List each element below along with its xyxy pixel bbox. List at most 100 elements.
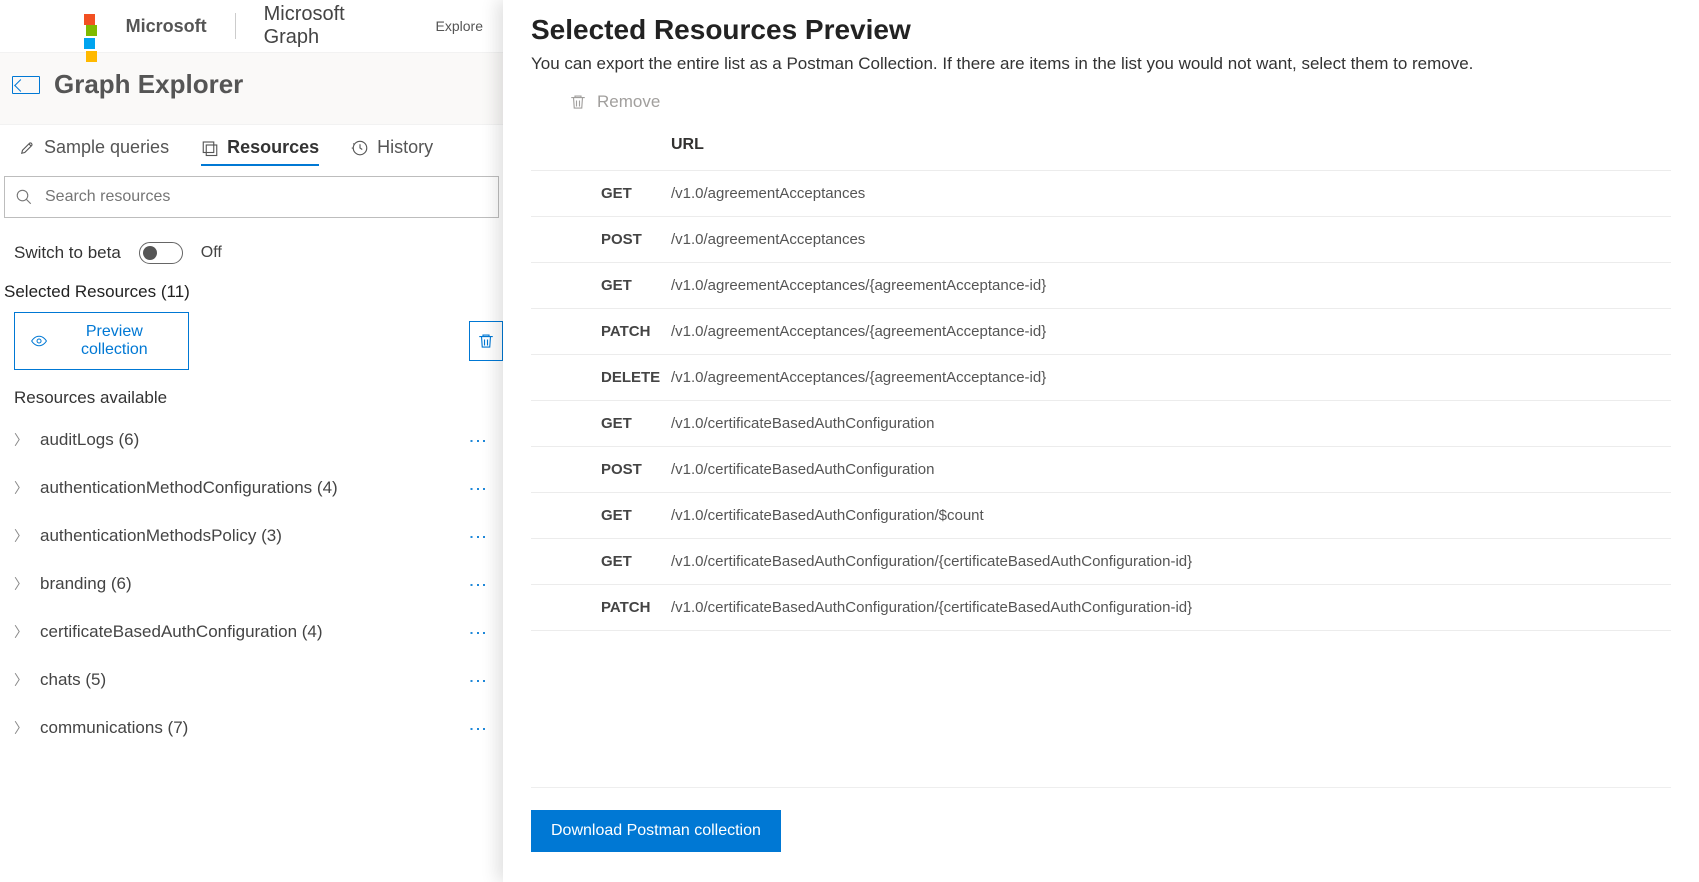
endpoint-url: /v1.0/agreementAcceptances/{agreementAcc… — [671, 323, 1046, 340]
chevron-right-icon: 〉 — [14, 574, 28, 594]
more-options-icon[interactable]: ⋮ — [467, 528, 489, 544]
download-postman-button[interactable]: Download Postman collection — [531, 810, 781, 852]
trash-icon — [477, 332, 495, 350]
endpoint-url: /v1.0/agreementAcceptances/{agreementAcc… — [671, 277, 1046, 294]
chevron-right-icon: 〉 — [14, 670, 28, 690]
resource-name: certificateBasedAuthConfiguration (4) — [40, 622, 323, 642]
eye-icon — [31, 332, 47, 350]
delete-selected-button[interactable] — [469, 321, 503, 361]
http-method: GET — [601, 553, 671, 570]
resource-item[interactable]: 〉 branding (6) ⋮ — [0, 560, 503, 608]
tab-history[interactable]: History — [351, 137, 433, 166]
tab-sample-queries[interactable]: Sample queries — [18, 137, 169, 166]
page-title: Graph Explorer — [54, 69, 243, 100]
preview-button-label: Preview collection — [57, 323, 171, 359]
tab-label: History — [377, 137, 433, 158]
resources-available-label: Resources available — [0, 380, 503, 416]
trash-icon — [569, 93, 587, 111]
http-method: GET — [601, 277, 671, 294]
endpoint-url: /v1.0/certificateBasedAuthConfiguration — [671, 415, 935, 432]
panel-title: Selected Resources Preview — [531, 14, 1671, 46]
beta-switch-row: Switch to beta Off — [0, 218, 503, 282]
endpoint-url: /v1.0/certificateBasedAuthConfiguration — [671, 461, 935, 478]
table-row[interactable]: PATCH/v1.0/agreementAcceptances/{agreeme… — [531, 308, 1671, 354]
tab-label: Sample queries — [44, 137, 169, 158]
sidebar-tabs: Sample queries Resources History — [0, 125, 503, 176]
endpoint-url: /v1.0/certificateBasedAuthConfiguration/… — [671, 553, 1192, 570]
table-row[interactable]: POST/v1.0/agreementAcceptances — [531, 216, 1671, 262]
endpoint-url: /v1.0/agreementAcceptances — [671, 185, 865, 202]
resource-item[interactable]: 〉 auditLogs (6) ⋮ — [0, 416, 503, 464]
resource-name: branding (6) — [40, 574, 132, 594]
resource-item[interactable]: 〉 certificateBasedAuthConfiguration (4) ⋮ — [0, 608, 503, 656]
table-row[interactable]: DELETE/v1.0/agreementAcceptances/{agreem… — [531, 354, 1671, 400]
endpoint-url: /v1.0/agreementAcceptances/{agreementAcc… — [671, 369, 1046, 386]
preview-collection-button[interactable]: Preview collection — [14, 312, 189, 370]
chevron-right-icon: 〉 — [14, 526, 28, 546]
http-method: DELETE — [601, 369, 671, 386]
microsoft-logo-icon — [84, 14, 108, 38]
selected-resources-label: Selected Resources (11) — [0, 282, 503, 312]
table-row[interactable]: PATCH/v1.0/certificateBasedAuthConfigura… — [531, 584, 1671, 631]
resource-name: authenticationMethodConfigurations (4) — [40, 478, 338, 498]
chevron-right-icon: 〉 — [14, 718, 28, 738]
search-resources-box[interactable] — [4, 176, 499, 218]
table-row[interactable]: GET/v1.0/agreementAcceptances/{agreement… — [531, 262, 1671, 308]
toggle-state: Off — [201, 244, 222, 262]
more-options-icon[interactable]: ⋮ — [467, 576, 489, 592]
remove-label: Remove — [597, 92, 660, 112]
tab-resources[interactable]: Resources — [201, 137, 319, 166]
http-method: GET — [601, 185, 671, 202]
table-row[interactable]: POST/v1.0/certificateBasedAuthConfigurat… — [531, 446, 1671, 492]
nav-explorer[interactable]: Explore — [436, 18, 483, 34]
table-row[interactable]: GET/v1.0/certificateBasedAuthConfigurati… — [531, 400, 1671, 446]
http-method: PATCH — [601, 599, 671, 616]
chevron-right-icon: 〉 — [14, 622, 28, 642]
resource-name: authenticationMethodsPolicy (3) — [40, 526, 282, 546]
table-row[interactable]: GET/v1.0/agreementAcceptances — [531, 170, 1671, 216]
table-row[interactable]: GET/v1.0/certificateBasedAuthConfigurati… — [531, 538, 1671, 584]
http-method: GET — [601, 415, 671, 432]
resource-item[interactable]: 〉 chats (5) ⋮ — [0, 656, 503, 704]
resources-icon — [201, 139, 219, 157]
search-input[interactable] — [45, 188, 488, 206]
endpoint-url: /v1.0/certificateBasedAuthConfiguration/… — [671, 507, 984, 524]
resource-name: communications (7) — [40, 718, 188, 738]
preview-panel: Selected Resources Preview You can expor… — [503, 0, 1699, 882]
http-method: GET — [601, 507, 671, 524]
history-icon — [351, 139, 369, 157]
http-method: POST — [601, 461, 671, 478]
tab-label: Resources — [227, 137, 319, 158]
page-header: Graph Explorer — [0, 52, 503, 125]
http-method: PATCH — [601, 323, 671, 340]
product-name[interactable]: Microsoft Graph — [264, 3, 404, 49]
more-options-icon[interactable]: ⋮ — [467, 624, 489, 640]
more-options-icon[interactable]: ⋮ — [467, 480, 489, 496]
beta-toggle[interactable] — [139, 242, 183, 264]
more-options-icon[interactable]: ⋮ — [467, 432, 489, 448]
vertical-divider — [235, 13, 236, 39]
resource-item[interactable]: 〉 authenticationMethodsPolicy (3) ⋮ — [0, 512, 503, 560]
more-options-icon[interactable]: ⋮ — [467, 672, 489, 688]
http-method: POST — [601, 231, 671, 248]
remove-button[interactable]: Remove — [531, 86, 1671, 126]
column-url: URL — [671, 136, 704, 154]
resource-name: chats (5) — [40, 670, 106, 690]
resource-item[interactable]: 〉 authenticationMethodConfigurations (4) ⋮ — [0, 464, 503, 512]
graph-explorer-icon — [12, 76, 40, 94]
search-icon — [15, 188, 33, 206]
chevron-right-icon: 〉 — [14, 478, 28, 498]
top-navbar: Microsoft Microsoft Graph Explore — [0, 0, 503, 52]
resource-name: auditLogs (6) — [40, 430, 139, 450]
endpoint-url: /v1.0/agreementAcceptances — [671, 231, 865, 248]
panel-subtitle: You can export the entire list as a Post… — [531, 54, 1671, 74]
brand-name[interactable]: Microsoft — [126, 16, 207, 37]
rocket-icon — [18, 139, 36, 157]
resource-item[interactable]: 〉 communications (7) ⋮ — [0, 704, 503, 752]
endpoint-url: /v1.0/certificateBasedAuthConfiguration/… — [671, 599, 1192, 616]
table-header: URL — [531, 126, 1671, 170]
more-options-icon[interactable]: ⋮ — [467, 720, 489, 736]
table-row[interactable]: GET/v1.0/certificateBasedAuthConfigurati… — [531, 492, 1671, 538]
switch-to-beta-label: Switch to beta — [14, 243, 121, 263]
chevron-right-icon: 〉 — [14, 430, 28, 450]
